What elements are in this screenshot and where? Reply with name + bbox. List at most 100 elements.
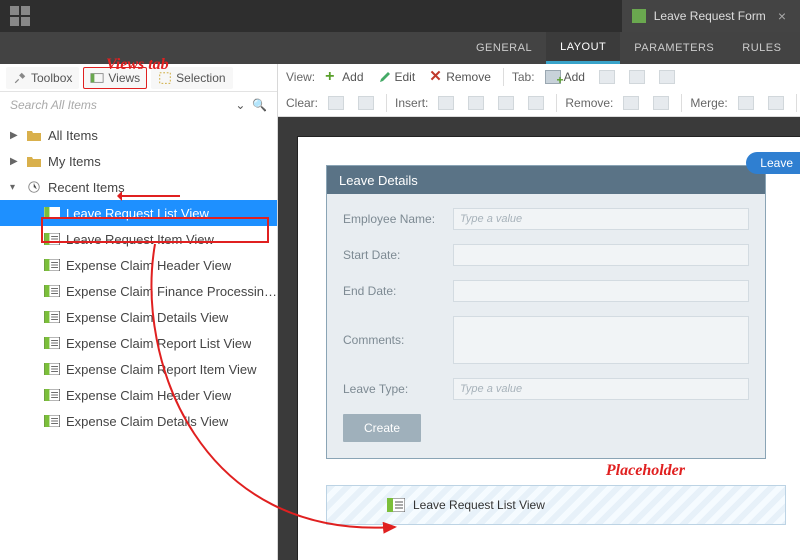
view-icon [44, 259, 60, 271]
form-icon [632, 9, 646, 23]
grid-icon [468, 96, 484, 110]
placeholder-label: Leave Request List View [413, 498, 545, 512]
clear-btn-2 [354, 94, 378, 112]
view-icon [44, 233, 60, 245]
list-item-label: Expense Claim Details View [66, 414, 228, 429]
selection-icon [158, 71, 172, 85]
list-item[interactable]: Expense Claim Finance Processing V... [0, 278, 277, 304]
label-end-date: End Date: [343, 284, 453, 298]
input-comments[interactable] [453, 316, 749, 364]
grid-icon [768, 96, 784, 110]
list-item[interactable]: Expense Claim Report Item View [0, 356, 277, 382]
grid-icon [328, 96, 344, 110]
label-employee-name: Employee Name: [343, 212, 453, 226]
list-item[interactable]: Expense Claim Details View [0, 408, 277, 434]
tab-layout[interactable]: LAYOUT [546, 32, 620, 64]
tools-icon [13, 71, 27, 85]
tab-btn-3 [625, 68, 649, 86]
annotation-placeholder: Placeholder [606, 462, 685, 480]
panel-title: Leave Details [327, 166, 765, 194]
chevron-down-icon[interactable]: ⌄ 🔍 [235, 98, 267, 112]
tab-btn-4 [655, 68, 679, 86]
clear-btn-1 [324, 94, 348, 112]
list-item-label: Expense Claim Report List View [66, 336, 251, 351]
designer-tabs: GENERAL LAYOUT PARAMETERS RULES [0, 32, 800, 64]
x-icon: ✕ [429, 70, 443, 84]
list-item[interactable]: Expense Claim Header View [0, 382, 277, 408]
view-icon [44, 389, 60, 401]
grid-icon [498, 96, 514, 110]
ribbon-label-merge: Merge: [690, 96, 727, 110]
view-remove-button[interactable]: ✕Remove [425, 68, 495, 86]
input-leave-type[interactable]: Type a value [453, 378, 749, 400]
close-icon[interactable]: × [774, 8, 790, 24]
tab-add-icon: + [545, 70, 561, 84]
pencil-icon [378, 70, 392, 84]
ribbon-label-view: View: [286, 70, 315, 84]
ribbon-label-remove: Remove: [565, 96, 613, 110]
list-item[interactable]: Expense Claim Details View [0, 304, 277, 330]
sidebar-tab-selection[interactable]: Selection [151, 67, 232, 89]
sidebar-tab-toolbox[interactable]: Toolbox [6, 67, 79, 89]
grid-icon [599, 70, 615, 84]
input-employee-name[interactable]: Type a value [453, 208, 749, 230]
view-edit-button[interactable]: Edit [374, 68, 420, 86]
list-item-label: Expense Claim Details View [66, 310, 228, 325]
list-item-label: Expense Claim Header View [66, 258, 231, 273]
tree-node-recent-items[interactable]: ▾ Recent Items [0, 174, 277, 200]
view-add-button[interactable]: +Add [321, 68, 367, 86]
insert-btn-4 [524, 94, 548, 112]
app-logo-icon [10, 6, 30, 26]
tab-add-button[interactable]: +Add [541, 68, 589, 86]
insert-btn-1 [434, 94, 458, 112]
tab-general[interactable]: GENERAL [462, 32, 546, 64]
view-drop-placeholder[interactable]: Leave Request List View Placeholder [326, 485, 786, 525]
list-item-label: Expense Claim Header View [66, 388, 231, 403]
document-tab[interactable]: Leave Request Form × [621, 0, 800, 32]
sidebar: Toolbox Views Selection Search All Items… [0, 64, 278, 560]
sidebar-tab-views[interactable]: Views [83, 67, 147, 89]
input-start-date[interactable] [453, 244, 749, 266]
insert-btn-2 [464, 94, 488, 112]
view-icon [44, 363, 60, 375]
panel-badge: Leave [746, 152, 800, 174]
list-item-label: Expense Claim Report Item View [66, 362, 257, 377]
tree: ▶ All Items ▶ My Items ▾ Recent Items Le… [0, 118, 277, 438]
create-button[interactable]: Create [343, 414, 421, 442]
grid-icon [623, 96, 639, 110]
view-icon [44, 285, 60, 297]
ribbon: View: +Add Edit ✕Remove Tab: +Add Clear:… [278, 64, 800, 117]
clock-icon [26, 180, 42, 194]
grid-icon [629, 70, 645, 84]
view-icon [387, 498, 405, 512]
list-item[interactable]: Leave Request List View [0, 200, 277, 226]
content-area: View: +Add Edit ✕Remove Tab: +Add Clear:… [278, 64, 800, 560]
ribbon-label-clear: Clear: [286, 96, 318, 110]
view-icon [44, 207, 60, 219]
tree-node-all-items[interactable]: ▶ All Items [0, 122, 277, 148]
tab-parameters[interactable]: PARAMETERS [620, 32, 728, 64]
panel-leave-details[interactable]: Leave Leave Details Employee Name: Type … [326, 165, 766, 459]
tab-btn-2 [595, 68, 619, 86]
ribbon-label-tab: Tab: [512, 70, 535, 84]
tree-node-my-items[interactable]: ▶ My Items [0, 148, 277, 174]
label-leave-type: Leave Type: [343, 382, 453, 396]
list-item-label: Expense Claim Finance Processing V... [66, 284, 277, 299]
design-canvas[interactable]: Leave Leave Details Employee Name: Type … [278, 117, 800, 560]
grid-icon [438, 96, 454, 110]
input-end-date[interactable] [453, 280, 749, 302]
view-icon [44, 337, 60, 349]
document-tab-label: Leave Request Form [654, 9, 766, 23]
tab-rules[interactable]: RULES [728, 32, 795, 64]
remove-btn-2 [649, 94, 673, 112]
list-item[interactable]: Leave Request Item View [0, 226, 277, 252]
merge-btn-2 [764, 94, 788, 112]
list-item[interactable]: Expense Claim Header View [0, 252, 277, 278]
search-input[interactable]: Search All Items ⌄ 🔍 [0, 92, 277, 118]
list-item[interactable]: Expense Claim Report List View [0, 330, 277, 356]
grid-icon [358, 96, 374, 110]
caret-icon: ▶ [10, 130, 20, 141]
title-bar: Leave Request Form × [0, 0, 800, 32]
caret-down-icon: ▾ [10, 182, 20, 193]
list-item-label: Leave Request List View [66, 206, 209, 221]
